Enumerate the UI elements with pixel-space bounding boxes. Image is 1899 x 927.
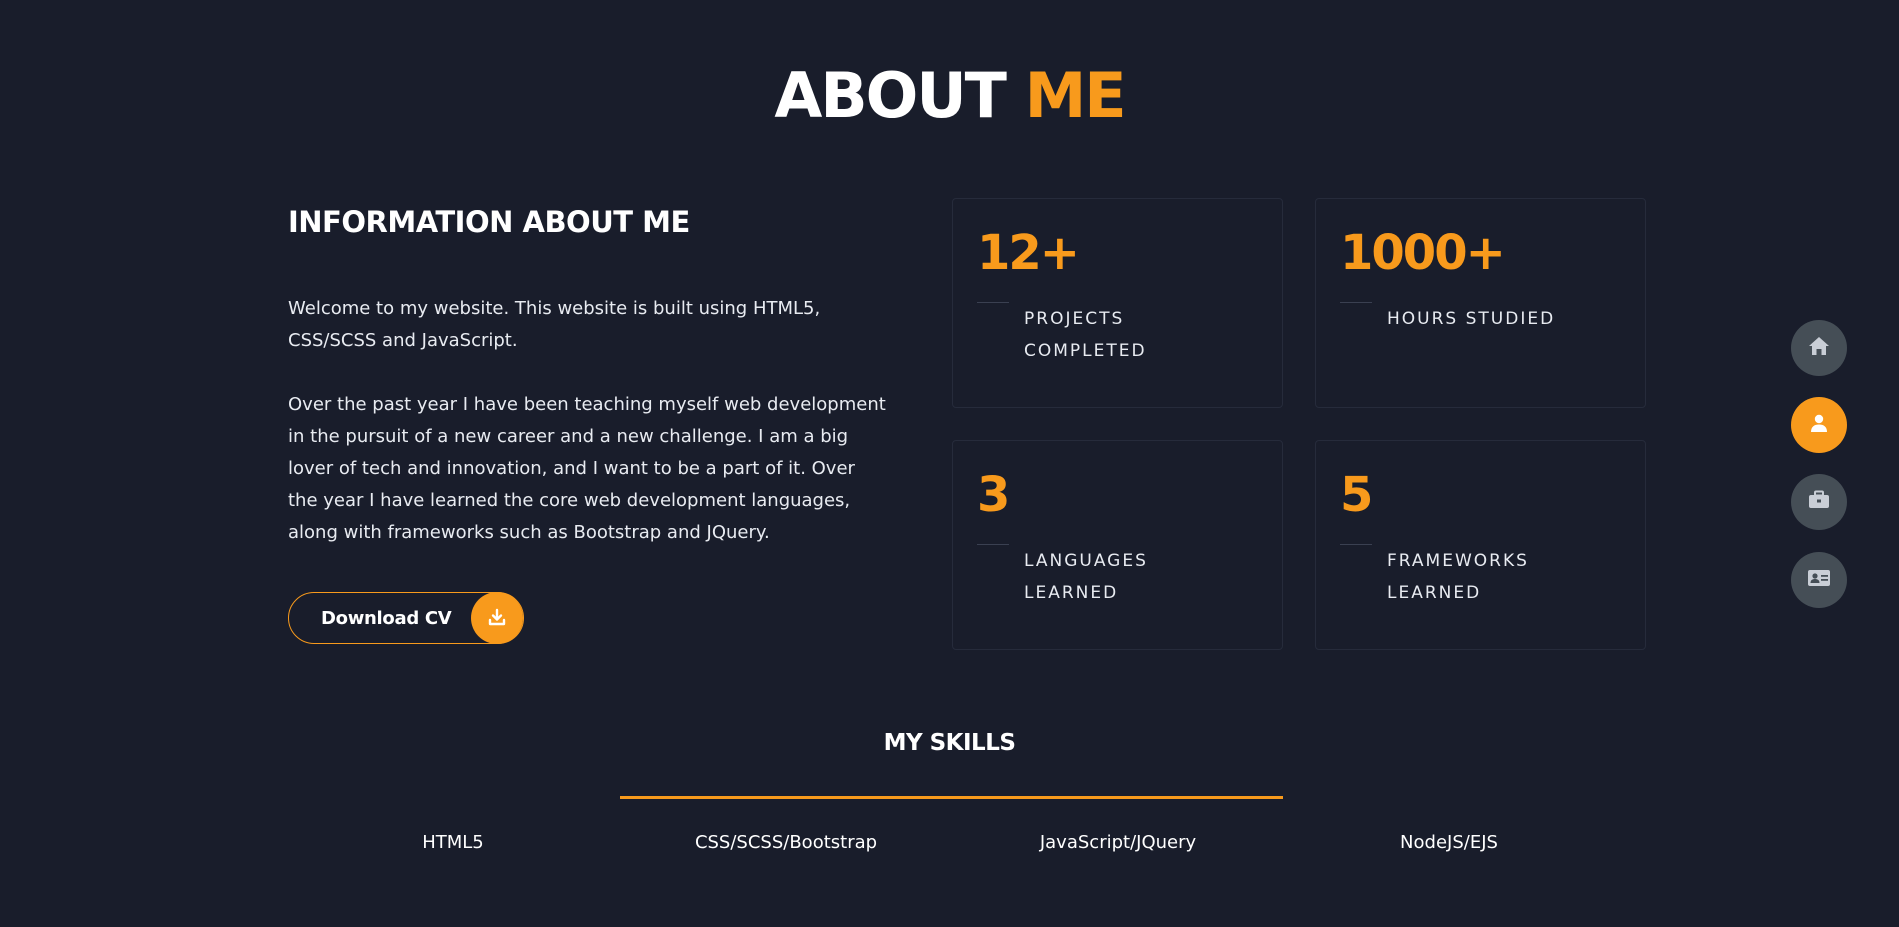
skill-item: JavaScript/JQuery: [1039, 832, 1197, 853]
page-title-main: ABOUT: [774, 59, 1007, 132]
download-cv-button[interactable]: Download CV: [288, 592, 524, 644]
stat-divider: [1340, 302, 1372, 303]
stat-label: LANGUAGES LEARNED: [1024, 551, 1148, 603]
stat-value: 12+: [977, 225, 1080, 281]
page-title: ABOUT ME: [0, 58, 1899, 134]
user-icon: [1809, 413, 1829, 437]
info-section: INFORMATION ABOUT ME Welcome to my websi…: [288, 200, 888, 549]
info-paragraph-1: Welcome to my website. This website is b…: [288, 298, 821, 351]
info-heading: INFORMATION ABOUT ME: [288, 205, 690, 239]
skill-item: HTML5: [422, 832, 484, 853]
skills-underline: [620, 796, 1283, 799]
briefcase-icon: [1808, 490, 1830, 514]
nav-about-button[interactable]: [1791, 397, 1847, 453]
stat-divider: [977, 302, 1009, 303]
nav-contact-button[interactable]: [1791, 552, 1847, 608]
stat-label: FRAMEWORKS LEARNED: [1387, 551, 1529, 603]
nav-home-button[interactable]: [1791, 320, 1847, 376]
stat-card-frameworks: 5 FRAMEWORKS LEARNED: [1315, 440, 1646, 650]
about-page: ABOUT ME INFORMATION ABOUT ME Welcome to…: [0, 0, 1899, 927]
stat-card-hours: 1000+ HOURS STUDIED: [1315, 198, 1646, 408]
info-paragraph-2: Over the past year I have been teaching …: [288, 394, 886, 543]
download-icon: [471, 592, 523, 644]
stat-card-projects: 12+ PROJECTS COMPLETED: [952, 198, 1283, 408]
stat-label: HOURS STUDIED: [1387, 309, 1556, 329]
stat-divider: [977, 544, 1009, 545]
stat-value: 3: [977, 467, 1010, 523]
nav-portfolio-button[interactable]: [1791, 474, 1847, 530]
stat-divider: [1340, 544, 1372, 545]
skill-item: CSS/SCSS/Bootstrap: [694, 832, 878, 853]
download-cv-label: Download CV: [321, 607, 452, 629]
stat-card-languages: 3 LANGUAGES LEARNED: [952, 440, 1283, 650]
contact-card-icon: [1807, 569, 1831, 591]
skills-title: MY SKILLS: [883, 730, 1016, 756]
stat-label: PROJECTS COMPLETED: [1024, 309, 1147, 361]
skill-item: NodeJS/EJS: [1400, 832, 1498, 853]
home-icon: [1808, 336, 1830, 360]
stat-value: 5: [1340, 467, 1373, 523]
stat-value: 1000+: [1340, 225, 1506, 281]
page-title-accent: ME: [1024, 59, 1127, 132]
